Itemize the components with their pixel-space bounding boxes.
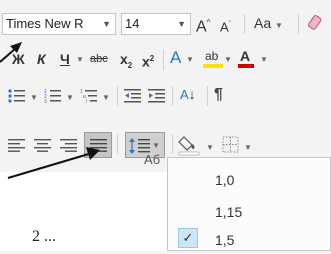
checkmark-icon: ✓: [178, 228, 198, 248]
line-spacing-menu: 1,0 1,15 ✓ 1,5: [167, 157, 331, 251]
line-spacing-option-label: 1,0: [215, 172, 235, 188]
line-spacing-option-label: 1,5: [215, 232, 235, 248]
line-spacing-option-selected[interactable]: ✓ 1,5: [168, 226, 331, 254]
line-spacing-option[interactable]: 1,0: [168, 166, 331, 194]
line-spacing-option[interactable]: 1,15: [168, 198, 331, 226]
line-spacing-option-label: 1,15: [215, 204, 243, 220]
